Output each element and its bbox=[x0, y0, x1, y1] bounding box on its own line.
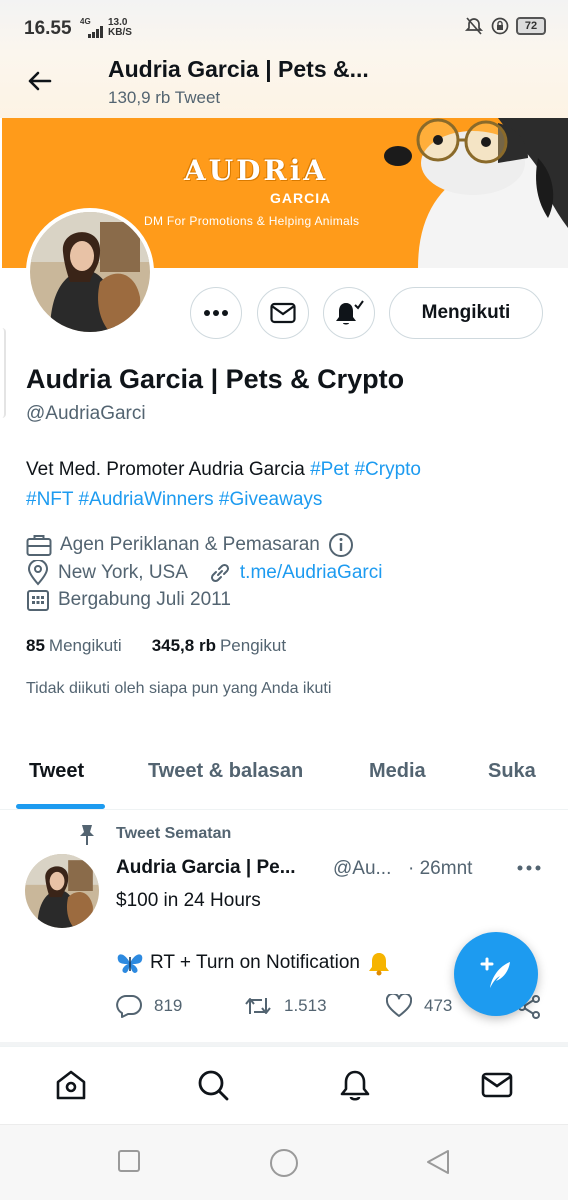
nav-home[interactable] bbox=[53, 1067, 89, 1103]
tweet-text-line1: $100 in 24 Hours bbox=[116, 890, 261, 911]
bottom-navigation bbox=[0, 1046, 568, 1124]
search-icon bbox=[198, 1070, 229, 1101]
messages-icon bbox=[481, 1072, 513, 1098]
status-time: 16.55 bbox=[24, 18, 72, 39]
info-icon[interactable] bbox=[328, 532, 354, 558]
battery-indicator: 72 bbox=[516, 17, 546, 35]
profile-joined: Bergabung Juli 2011 bbox=[58, 589, 231, 610]
message-button[interactable] bbox=[257, 287, 309, 339]
pin-icon bbox=[80, 825, 94, 845]
tweet-time: · 26mnt bbox=[408, 858, 473, 879]
header-tweet-count: 130,9 rb Tweet bbox=[108, 88, 221, 107]
location-icon bbox=[27, 560, 49, 586]
status-bar: 16.55 4G 13.0 KB/S 72 bbox=[0, 0, 568, 52]
retweet-button[interactable]: 1.513 bbox=[244, 994, 327, 1018]
reply-button[interactable]: 819 bbox=[116, 994, 182, 1018]
dog-illustration bbox=[384, 118, 568, 268]
back-arrow-icon[interactable] bbox=[24, 66, 54, 96]
profile-name: Audria Garcia | Pets & Crypto bbox=[26, 364, 405, 394]
profile-link[interactable]: t.me/AudriaGarci bbox=[240, 562, 383, 584]
tweet-more-icon[interactable] bbox=[514, 856, 544, 880]
more-options-button[interactable] bbox=[190, 287, 242, 339]
hashtag-link[interactable]: #AudriaWinners bbox=[78, 489, 213, 510]
like-button[interactable]: 473 bbox=[386, 994, 452, 1018]
like-icon bbox=[386, 994, 412, 1017]
tab-likes[interactable]: Suka bbox=[488, 760, 536, 783]
profile-handle: @AudriaGarci bbox=[26, 403, 146, 424]
banner-tagline: DM For Promotions & Helping Animals bbox=[144, 214, 360, 228]
followers-stat[interactable]: 345,8 rb Pengikut bbox=[152, 636, 286, 656]
network-speed: 13.0 KB/S bbox=[108, 17, 132, 38]
not-followed-notice: Tidak diikuti oleh siapa pun yang Anda i… bbox=[26, 680, 332, 697]
compose-tweet-button[interactable] bbox=[454, 932, 538, 1016]
compose-icon bbox=[480, 957, 510, 988]
back-system-icon[interactable] bbox=[425, 1149, 451, 1175]
tweet-author-handle[interactable]: @Au... bbox=[333, 858, 391, 880]
following-button[interactable]: Mengikuti bbox=[389, 287, 543, 339]
banner-brand-sub: GARCIA bbox=[270, 190, 332, 206]
header-title: Audria Garcia | Pets &... bbox=[108, 56, 369, 82]
active-tab-indicator bbox=[16, 804, 105, 809]
rotation-lock-icon bbox=[491, 17, 509, 35]
hashtag-link[interactable]: #Pet bbox=[310, 459, 349, 480]
nav-notifications[interactable] bbox=[337, 1067, 373, 1103]
reply-icon bbox=[116, 995, 142, 1018]
calendar-icon bbox=[27, 590, 49, 611]
nav-search[interactable] bbox=[195, 1067, 231, 1103]
tab-tweets-replies[interactable]: Tweet & balasan bbox=[148, 760, 303, 783]
hashtag-link[interactable]: #NFT bbox=[26, 489, 73, 510]
network-type: 4G bbox=[80, 17, 91, 26]
retweet-icon bbox=[245, 998, 271, 1014]
profile-location-row: New York, USA t.me/AudriaGarci bbox=[26, 560, 382, 586]
scroll-edge bbox=[0, 328, 6, 418]
bio-text: Vet Med. Promoter Audria Garcia bbox=[26, 459, 311, 480]
follow-stats: 85 Mengikuti 345,8 rb Pengikut bbox=[26, 636, 286, 656]
banner-brand: AUDRiA bbox=[184, 154, 329, 187]
home-icon bbox=[56, 1070, 86, 1100]
mail-icon bbox=[270, 302, 296, 324]
avatar-photo bbox=[25, 854, 99, 928]
butterfly-emoji-icon bbox=[117, 954, 143, 973]
pinned-label: Tweet Sematan bbox=[116, 825, 232, 842]
tweet-text-line2: RT + Turn on Notification bbox=[116, 950, 392, 976]
bell-notify-icon bbox=[336, 300, 364, 325]
profile-header: Audria Garcia | Pets &... 130,9 rb Tweet bbox=[0, 52, 568, 118]
briefcase-icon bbox=[26, 535, 52, 556]
hashtag-link[interactable]: #Giveaways bbox=[219, 489, 323, 510]
tab-media[interactable]: Media bbox=[369, 760, 426, 783]
signal-icon bbox=[88, 26, 103, 38]
tweet-avatar[interactable] bbox=[25, 854, 99, 928]
tab-tweet[interactable]: Tweet bbox=[29, 760, 84, 783]
profile-bio: Vet Med. Promoter Audria Garcia #Pet #Cr… bbox=[26, 455, 546, 515]
notifications-button[interactable] bbox=[323, 287, 375, 339]
hashtag-link[interactable]: #Crypto bbox=[354, 459, 421, 480]
system-navigation bbox=[0, 1124, 568, 1200]
profile-tabs: Tweet Tweet & balasan Media Suka bbox=[0, 740, 568, 810]
mute-icon bbox=[464, 17, 484, 35]
following-stat[interactable]: 85 Mengikuti bbox=[26, 636, 122, 656]
profile-category: Agen Periklanan & Pemasaran bbox=[26, 532, 362, 558]
avatar-photo bbox=[30, 212, 150, 332]
notifications-icon bbox=[340, 1070, 370, 1101]
more-icon bbox=[204, 310, 228, 316]
profile-avatar[interactable] bbox=[26, 208, 154, 336]
profile-joined-row: Bergabung Juli 2011 bbox=[26, 588, 231, 612]
home-system-icon[interactable] bbox=[269, 1148, 299, 1178]
profile-location: New York, USA bbox=[58, 562, 188, 583]
nav-messages[interactable] bbox=[479, 1067, 515, 1103]
recent-apps-icon[interactable] bbox=[117, 1149, 141, 1173]
link-icon bbox=[210, 563, 229, 583]
bell-emoji-icon bbox=[369, 953, 389, 976]
tweet-author-name[interactable]: Audria Garcia | Pe... bbox=[116, 857, 296, 879]
